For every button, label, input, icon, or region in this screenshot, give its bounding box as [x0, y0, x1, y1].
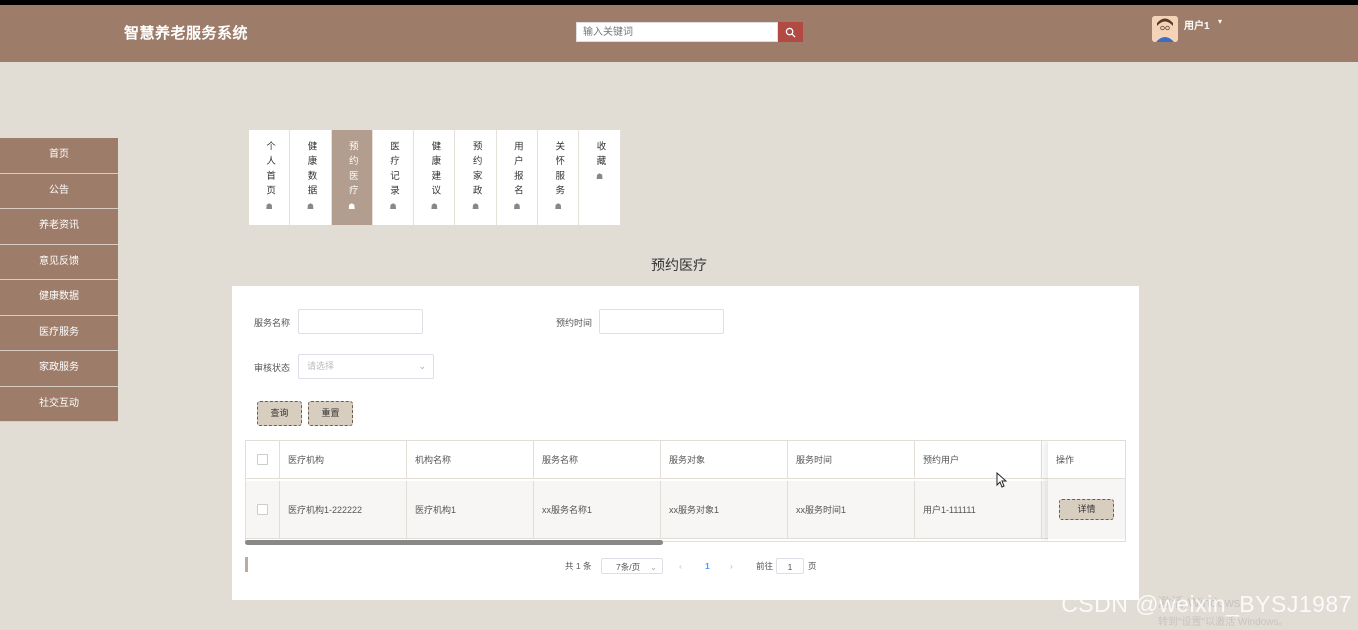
- tab-label: 关怀服务: [553, 141, 565, 200]
- chevron-down-icon: ⌄: [649, 562, 657, 572]
- query-button[interactable]: 查询: [257, 401, 302, 426]
- table-cell: 用户1-111111: [915, 481, 1042, 538]
- table-row: 医疗机构1-222222 医疗机构1 xx服务名称1 xx服务对象1 xx服务时…: [246, 481, 1082, 539]
- tab-personal-home[interactable]: 个人首页 ☗: [249, 130, 291, 225]
- sidebar-item-notice[interactable]: 公告: [0, 173, 118, 209]
- tab-icon: ☗: [595, 172, 604, 182]
- review-status-placeholder: 请选择: [307, 361, 335, 371]
- tab-icon: ☗: [306, 201, 315, 211]
- operation-column: 操作 详情: [1048, 441, 1125, 541]
- content-panel: 服务名称 预约时间 审核状态 请选择 ⌄ 查询 重置 医疗机构 机构名称 服务名…: [232, 286, 1139, 600]
- data-table: 医疗机构 机构名称 服务名称 服务对象 服务时间 预约用户 | 医疗机构1-22…: [245, 440, 1126, 542]
- page-size-select[interactable]: 7条/页 ⌄: [601, 558, 663, 574]
- user-menu-caret-icon[interactable]: ▾: [1218, 17, 1222, 26]
- tab-icon: ☗: [554, 201, 562, 211]
- goto-page-input[interactable]: 1: [776, 558, 804, 574]
- sidebar-item-housekeeping[interactable]: 家政服务: [0, 351, 118, 387]
- sidebar-item-home[interactable]: 首页: [0, 138, 118, 174]
- tab-label: 收藏: [594, 141, 606, 171]
- current-page[interactable]: 1: [705, 558, 710, 574]
- search-icon: [785, 27, 796, 38]
- column-header[interactable]: 服务时间: [788, 441, 915, 478]
- column-header[interactable]: 预约用户: [915, 441, 1042, 478]
- sidebar-item-elderly-news[interactable]: 养老资讯: [0, 209, 118, 245]
- sidebar-item-health-data[interactable]: 健康数据: [0, 280, 118, 316]
- reset-button[interactable]: 重置: [308, 401, 353, 426]
- column-header[interactable]: 服务对象: [661, 441, 788, 478]
- table-cell: 医疗机构1: [407, 481, 534, 538]
- tab-label: 预约家政: [470, 141, 482, 200]
- next-page-icon[interactable]: ›: [730, 558, 733, 574]
- row-select-cell: [246, 481, 280, 538]
- sidebar-nav: 首页 公告 养老资讯 意见反馈 健康数据 医疗服务 家政服务 社交互动: [0, 138, 118, 422]
- service-name-label: 服务名称: [254, 318, 291, 328]
- tab-icon: ☗: [389, 201, 397, 211]
- pagination-total: 共 1 条: [565, 561, 592, 571]
- tab-medical-records[interactable]: 医疗记录 ☗: [372, 130, 415, 225]
- table-header: 医疗机构 机构名称 服务名称 服务对象 服务时间 预约用户 |: [246, 441, 1082, 479]
- tab-label: 个人首页: [264, 141, 276, 200]
- tab-medical-appointment[interactable]: 预约医疗 ☗: [331, 130, 373, 225]
- review-status-label: 审核状态: [254, 363, 291, 373]
- page-left-marker: [245, 557, 248, 572]
- tab-icon: ☗: [513, 201, 521, 211]
- detail-button[interactable]: 详情: [1059, 498, 1114, 520]
- appointment-time-label: 预约时间: [556, 318, 593, 328]
- table-cell: xx服务名称1: [534, 481, 661, 538]
- chevron-down-icon: ⌄: [418, 361, 426, 371]
- csdn-watermark: CSDN @weixin_BYSJ1987: [1061, 591, 1352, 617]
- tab-label: 医疗记录: [388, 141, 400, 200]
- table-cell: xx服务时间1: [788, 481, 915, 538]
- prev-page-icon[interactable]: ‹: [679, 558, 682, 574]
- tab-label: 健康数据: [305, 141, 317, 200]
- tab-care-service[interactable]: 关怀服务 ☗: [538, 130, 580, 225]
- review-status-select[interactable]: 请选择 ⌄: [298, 354, 434, 379]
- page-size-value: 7条/页: [616, 562, 641, 572]
- operation-header: 操作: [1048, 441, 1125, 479]
- appointment-time-input[interactable]: [599, 309, 724, 334]
- avatar-image: [1152, 16, 1178, 42]
- page-suffix: 页: [808, 561, 817, 571]
- operation-cell: 详情: [1048, 479, 1125, 539]
- top-header: 智慧养老服务系统 用户1 ▾: [0, 5, 1358, 62]
- center-tabs: 个人首页 ☗ 健康数据 ☗ 预约医疗 ☗ 医疗记录 ☗ 健康建议 ☗ 预约家政 ☗ 用户报名…: [249, 130, 621, 225]
- tab-icon: ☗: [348, 201, 356, 211]
- tab-favorites[interactable]: 收藏 ☗: [579, 130, 621, 225]
- column-header[interactable]: 服务名称: [534, 441, 661, 478]
- goto-label: 前往: [756, 561, 774, 571]
- search-input[interactable]: [576, 22, 778, 42]
- tab-health-data[interactable]: 健康数据 ☗: [290, 130, 332, 225]
- table-horizontal-scrollbar[interactable]: [245, 540, 663, 545]
- tab-label: 健康建议: [429, 141, 441, 200]
- sidebar-item-medical-service[interactable]: 医疗服务: [0, 315, 118, 351]
- tab-icon: ☗: [472, 201, 480, 211]
- tab-icon: ☗: [265, 201, 273, 211]
- column-header[interactable]: 机构名称: [407, 441, 534, 478]
- page-title: 预约医疗: [651, 257, 707, 273]
- mouse-cursor-icon: [996, 472, 1007, 488]
- tab-icon: ☗: [430, 201, 438, 211]
- service-name-input[interactable]: [298, 309, 423, 334]
- table-cell: xx服务对象1: [661, 481, 788, 538]
- tab-user-signup[interactable]: 用户报名 ☗: [496, 130, 539, 225]
- user-name[interactable]: 用户1: [1184, 17, 1210, 32]
- tab-health-advice[interactable]: 健康建议 ☗: [414, 130, 456, 225]
- pagination: 共 1 条 7条/页 ⌄ ‹ 1 › 前往 1 页: [232, 558, 1139, 574]
- tab-housekeeping-appointment[interactable]: 预约家政 ☗: [455, 130, 497, 225]
- user-avatar[interactable]: [1152, 16, 1178, 42]
- tab-label: 预约医疗: [346, 141, 358, 200]
- search-button[interactable]: [778, 22, 803, 42]
- app-title: 智慧养老服务系统: [124, 25, 249, 42]
- select-all-checkbox[interactable]: [257, 454, 268, 465]
- column-header[interactable]: 医疗机构: [280, 441, 407, 478]
- row-checkbox[interactable]: [257, 504, 268, 515]
- table-cell: 医疗机构1-222222: [280, 481, 407, 538]
- select-all-cell: [246, 441, 280, 478]
- tab-label: 用户报名: [511, 141, 523, 200]
- sidebar-item-social[interactable]: 社交互动: [0, 386, 118, 422]
